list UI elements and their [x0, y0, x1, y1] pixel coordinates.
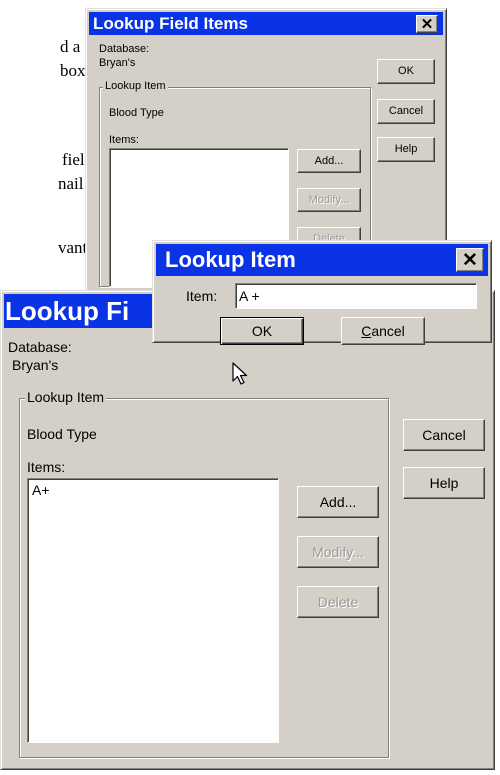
add-button[interactable]: Add...: [297, 486, 379, 518]
window-title: Lookup Fi: [5, 296, 130, 326]
item-input[interactable]: A +: [235, 283, 477, 309]
ok-button[interactable]: OK: [377, 59, 435, 84]
window-title: Lookup Item: [165, 247, 296, 272]
help-button[interactable]: Help: [403, 467, 485, 499]
doc-line: vant: [58, 238, 88, 257]
mouse-cursor-icon: [232, 362, 248, 385]
items-listbox[interactable]: A+: [27, 478, 279, 743]
database-label: Database:: [99, 43, 150, 55]
close-button[interactable]: ✕: [416, 15, 438, 33]
window-title: Lookup Field Items: [93, 14, 248, 33]
ok-button[interactable]: OK: [220, 317, 304, 345]
cancel-button[interactable]: Cancel: [341, 317, 425, 345]
lookup-item-dialog: Lookup Item ✕ Item: A + OK Cancel: [152, 240, 492, 345]
doc-line: box: [60, 61, 86, 80]
cancel-button[interactable]: Cancel: [377, 99, 435, 124]
items-label: Items:: [27, 459, 66, 475]
title-bar: Lookup Field Items: [89, 12, 443, 35]
items-label: Items:: [109, 134, 139, 146]
group-title: Lookup Item: [25, 389, 107, 405]
field-name: Blood Type: [27, 426, 97, 442]
list-item[interactable]: A+: [32, 482, 50, 498]
add-button[interactable]: Add...: [297, 149, 361, 173]
title-bar: Lookup Item: [156, 244, 488, 276]
ok-button-label: OK: [251, 323, 273, 339]
help-button[interactable]: Help: [377, 137, 435, 162]
close-button[interactable]: ✕: [456, 248, 484, 272]
group-title: Lookup Item: [103, 80, 168, 92]
cancel-button-label: Cancel: [361, 323, 405, 339]
delete-button[interactable]: Delete: [297, 586, 379, 618]
item-input-value: A +: [239, 288, 260, 304]
database-label: Database:: [8, 339, 72, 355]
close-icon: ✕: [462, 249, 478, 271]
cancel-button[interactable]: Cancel: [403, 419, 485, 451]
database-value: Bryan's: [99, 57, 136, 69]
close-icon: ✕: [420, 16, 434, 33]
doc-line: nail: [58, 174, 84, 193]
modify-button[interactable]: Modify...: [297, 536, 379, 568]
database-value: Bryan's: [12, 357, 59, 373]
item-label: Item:: [186, 288, 218, 304]
modify-button[interactable]: Modify...: [297, 188, 361, 212]
field-name: Blood Type: [109, 107, 164, 119]
doc-line: d a: [60, 37, 81, 56]
